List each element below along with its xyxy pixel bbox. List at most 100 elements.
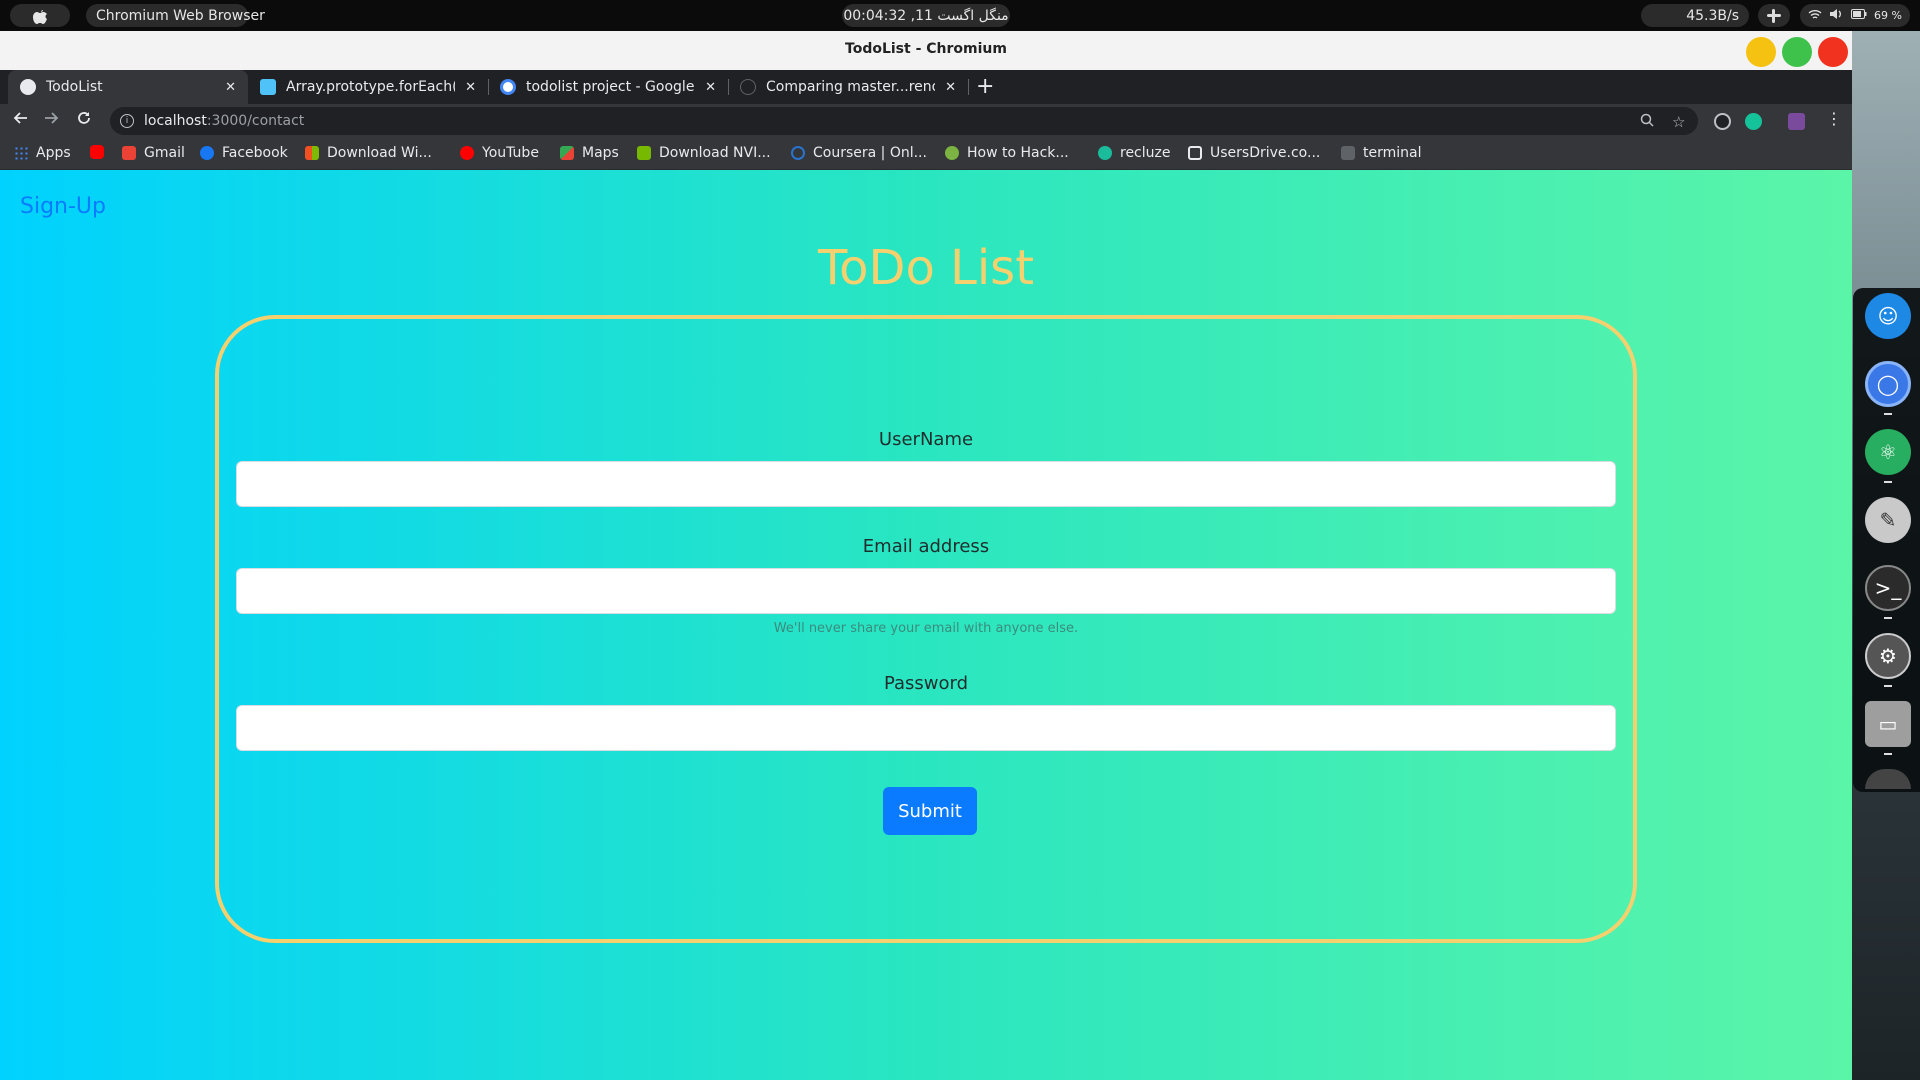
tab-array-foreach[interactable]: Array.prototype.forEach( ✕	[248, 70, 488, 104]
bookmark-youtube[interactable]: YouTube	[460, 145, 539, 161]
tab-label: todolist project - Google S	[526, 79, 696, 95]
page-title: ToDo List	[817, 240, 1035, 296]
finder-icon[interactable]: ☺	[1865, 293, 1911, 339]
bookmark-usersdrive[interactable]: UsersDrive.co...	[1188, 145, 1320, 161]
maximize-button[interactable]	[1782, 37, 1812, 67]
page-content: Sign-Up ToDo List UserName Email address…	[0, 170, 1852, 1080]
disk-drive-icon[interactable]: ▭	[1865, 701, 1911, 747]
coursera-icon	[791, 146, 805, 160]
bookmark-apps[interactable]: Apps	[14, 145, 71, 161]
running-indicator	[1884, 685, 1892, 687]
menu-kebab-icon[interactable]: ⋮	[1826, 109, 1842, 128]
extension-icon[interactable]	[1714, 113, 1731, 130]
grammarly-icon[interactable]	[1745, 113, 1762, 130]
usersdrive-icon	[1188, 146, 1202, 160]
tab-label: Array.prototype.forEach(	[286, 79, 456, 95]
active-app-label: Chromium Web Browser	[96, 7, 265, 24]
bookmark-recluze[interactable]: recluze	[1098, 145, 1170, 161]
bookmark-label: Gmail	[144, 145, 185, 161]
profile-avatar[interactable]	[1788, 113, 1805, 130]
site-info-icon[interactable]: i	[120, 114, 134, 128]
network-speed[interactable]: 45.3B/s	[1641, 4, 1749, 27]
bookmark-gmail[interactable]: Gmail	[122, 145, 185, 161]
bookmark-label: recluze	[1120, 145, 1171, 161]
minimize-button[interactable]	[1746, 37, 1776, 67]
terminal-app-icon[interactable]: >_	[1865, 565, 1911, 611]
dock: ☺ ◯ ⚛ ✎ >_ ⚙ ▭	[1853, 288, 1920, 792]
facebook-icon	[200, 146, 214, 160]
signup-link[interactable]: Sign-Up	[20, 194, 106, 219]
system-top-bar: Chromium Web Browser 00:04:32 ,11 منگل ا…	[0, 0, 1920, 31]
bookmark-label: YouTube	[482, 145, 539, 161]
active-app-name[interactable]: Chromium Web Browser	[86, 4, 265, 27]
tab-label: TodoList	[46, 79, 103, 95]
bookmark-terminal[interactable]: terminal	[1341, 145, 1421, 161]
bookmark-coursera[interactable]: Coursera | Onl...	[791, 145, 927, 161]
bookmark-label: Coursera | Onl...	[813, 145, 927, 161]
bookmark-label: How to Hack...	[967, 145, 1069, 161]
zoom-icon[interactable]	[1640, 113, 1654, 131]
running-indicator	[1884, 481, 1892, 483]
postman-icon[interactable]: ✎	[1865, 497, 1911, 543]
address-bar[interactable]: i localhost:3000/contact ☆	[110, 107, 1698, 135]
maps-icon	[560, 146, 574, 160]
username-input[interactable]	[236, 461, 1616, 507]
email-help-text: We'll never share your email with anyone…	[773, 621, 1079, 636]
apps-grid-icon	[14, 146, 28, 160]
new-tab-button[interactable]: +	[976, 74, 994, 99]
bookmark-download-nvidia[interactable]: Download NVI...	[637, 145, 771, 161]
tab-favicon	[260, 79, 276, 95]
bookmarks-bar: Apps Gmail Facebook Download Wi... YouTu…	[0, 139, 1852, 170]
apple-menu-icon[interactable]	[10, 4, 70, 27]
tab-label: Comparing master...renov	[766, 79, 936, 95]
tab-google-search[interactable]: todolist project - Google S ✕	[488, 70, 728, 104]
slack-icon[interactable]	[1758, 4, 1790, 27]
youtube-icon	[90, 145, 104, 159]
reload-icon[interactable]	[76, 110, 92, 131]
volume-icon	[1829, 8, 1843, 23]
android-icon	[945, 146, 959, 160]
close-tab-icon[interactable]: ✕	[465, 80, 476, 95]
running-indicator	[1884, 413, 1892, 415]
wifi-icon	[1808, 9, 1822, 23]
system-tray[interactable]: 69 %	[1800, 4, 1910, 27]
battery-percent: 69 %	[1874, 9, 1902, 22]
clock-label: 00:04:32 ,11 منگل اگست	[843, 7, 1009, 24]
google-icon	[500, 79, 516, 95]
close-tab-icon[interactable]: ✕	[225, 80, 236, 95]
window-titlebar[interactable]: TodoList - Chromium	[0, 31, 1852, 70]
launcher-rocket-icon[interactable]	[1865, 769, 1911, 789]
tab-favicon	[20, 79, 36, 95]
battery-icon	[1850, 9, 1867, 22]
bookmark-download-windows[interactable]: Download Wi...	[305, 145, 432, 161]
terminal-icon	[1341, 146, 1355, 160]
bookmark-label: UsersDrive.co...	[1210, 145, 1321, 161]
bookmark-youtube-small[interactable]	[90, 145, 112, 159]
bookmark-maps[interactable]: Maps	[560, 145, 619, 161]
close-tab-icon[interactable]: ✕	[945, 80, 956, 95]
bookmark-star-icon[interactable]: ☆	[1672, 113, 1685, 131]
close-window-button[interactable]	[1818, 37, 1848, 67]
settings-gear-icon[interactable]: ⚙	[1865, 633, 1911, 679]
bookmark-facebook[interactable]: Facebook	[200, 145, 288, 161]
atom-icon[interactable]: ⚛	[1865, 429, 1911, 475]
url-text[interactable]: localhost:3000/contact	[144, 113, 304, 129]
bookmark-label: Facebook	[222, 145, 288, 161]
chromium-icon[interactable]: ◯	[1865, 361, 1911, 407]
submit-button[interactable]: Submit	[883, 787, 977, 835]
password-input[interactable]	[236, 705, 1616, 751]
tab-separator	[968, 79, 969, 95]
recluze-icon	[1098, 146, 1112, 160]
password-label: Password	[883, 673, 969, 694]
back-arrow-icon[interactable]	[12, 110, 28, 131]
close-tab-icon[interactable]: ✕	[705, 80, 716, 95]
running-indicator	[1884, 753, 1892, 755]
forward-arrow-icon[interactable]	[44, 110, 60, 131]
clock[interactable]: 00:04:32 ,11 منگل اگست	[842, 4, 1010, 27]
url-host: localhost	[144, 113, 207, 129]
bookmark-label: terminal	[1363, 145, 1422, 161]
tab-github-compare[interactable]: Comparing master...renov ✕	[728, 70, 968, 104]
tab-todolist[interactable]: TodoList ✕	[8, 70, 248, 104]
bookmark-how-to-hack[interactable]: How to Hack...	[945, 145, 1069, 161]
email-input[interactable]	[236, 568, 1616, 614]
